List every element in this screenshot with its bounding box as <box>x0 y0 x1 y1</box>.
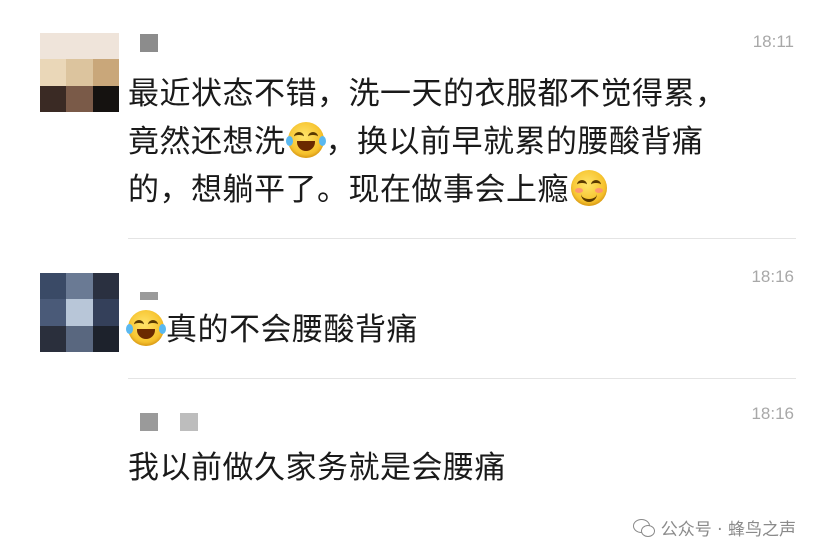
laugh-cry-emoji-icon <box>126 310 166 346</box>
watermark-text: 公众号 · 蜂鸟之声 <box>660 520 796 540</box>
nickname-redacted <box>140 413 198 431</box>
message-line: 竟然还想洗 ，换以前早就累的腰酸背痛 <box>128 122 704 160</box>
smile-emoji-icon <box>571 170 607 206</box>
nickname-redacted <box>140 34 158 52</box>
message-line: 的，想躺平了。现在做事会上瘾 <box>128 166 800 214</box>
laugh-cry-emoji-icon <box>285 122 326 158</box>
chat-message: 18:16 真的不会腰酸背痛 <box>0 240 828 380</box>
avatar[interactable] <box>40 273 119 352</box>
chat-message: 18:11 最近状态不错，洗一天的衣服都不觉得累， 竟然还想洗 ，换以前早就累的腰… <box>0 0 828 240</box>
message-text: 我以前做久家务就是会腰痛 <box>128 450 506 486</box>
divider <box>128 378 796 379</box>
nickname-redacted <box>140 292 158 300</box>
watermark: 公众号 · 蜂鸟之声 <box>632 515 796 540</box>
wechat-icon <box>632 518 655 537</box>
message-time: 18:16 <box>751 404 794 423</box>
message-line: 最近状态不错，洗一天的衣服都不觉得累， <box>128 76 727 112</box>
message-text: 真的不会腰酸背痛 <box>126 306 800 354</box>
avatar[interactable] <box>40 33 119 112</box>
divider <box>128 238 796 239</box>
message-time: 18:11 <box>752 32 794 51</box>
message-text: 最近状态不错，洗一天的衣服都不觉得累， 竟然还想洗 ，换以前早就累的腰酸背痛 的，… <box>128 70 800 214</box>
message-time: 18:16 <box>751 267 794 286</box>
